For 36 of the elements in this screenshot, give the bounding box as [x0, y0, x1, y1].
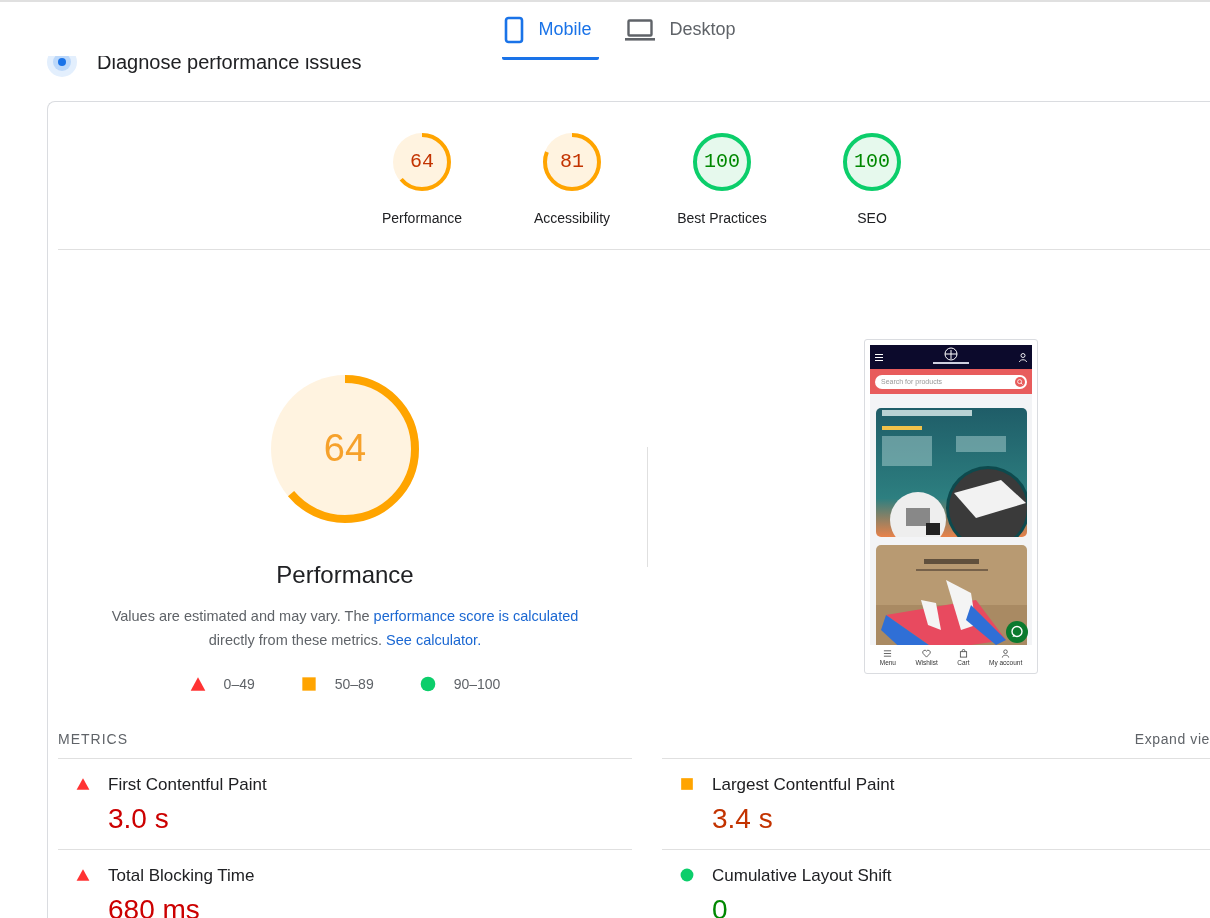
search-icon: [1015, 376, 1025, 387]
legend-label: 50–89: [334, 676, 374, 692]
laptop-icon: [625, 17, 656, 42]
section-title: Diagnose performance issues: [97, 50, 362, 74]
text-link[interactable]: performance score is calculated: [373, 608, 579, 624]
metric-name: First Contentful Paint: [108, 774, 267, 796]
text-link[interactable]: See calculator.: [386, 632, 482, 648]
description-text: Values are estimated and may vary. The performance score is calculated directly from these metrics. See calculator.: [110, 607, 580, 650]
gauge-title: Performance: [276, 560, 414, 590]
menu-icon: [875, 353, 883, 361]
metric-name: Largest Contentful Paint: [712, 774, 895, 796]
expand-toggle[interactable]: Expand vie: [1134, 730, 1210, 747]
score-value: 100: [853, 151, 891, 173]
device-tab[interactable]: Mobile: [502, 2, 600, 60]
user-icon: [1001, 648, 1011, 658]
bag-icon: [958, 648, 968, 658]
metric-value: 3.0 s: [108, 802, 170, 836]
category-label[interactable]: SEO: [857, 209, 887, 227]
category-label[interactable]: Accessibility: [533, 209, 611, 227]
legend-label: 90–100: [453, 676, 501, 692]
score-value: 100: [703, 151, 741, 173]
metric-name: Total Blocking Time: [108, 865, 255, 887]
section-heading: METRICS: [58, 730, 128, 747]
heart-icon: [922, 648, 932, 658]
phone-icon: [504, 15, 525, 44]
device-tab[interactable]: Desktop: [623, 2, 744, 60]
legend-label: 0–49: [223, 676, 255, 692]
category-label[interactable]: Performance: [381, 209, 463, 227]
score-value: 81: [559, 151, 585, 173]
metric-value: 3.4 s: [712, 802, 774, 836]
category-label[interactable]: Best Practices: [677, 209, 767, 227]
score-value: 64: [322, 426, 368, 471]
score-value: 64: [409, 151, 435, 173]
metric-name: Cumulative Layout Shift: [712, 865, 892, 887]
menu-icon: [883, 648, 893, 658]
user-icon: [1019, 352, 1027, 362]
